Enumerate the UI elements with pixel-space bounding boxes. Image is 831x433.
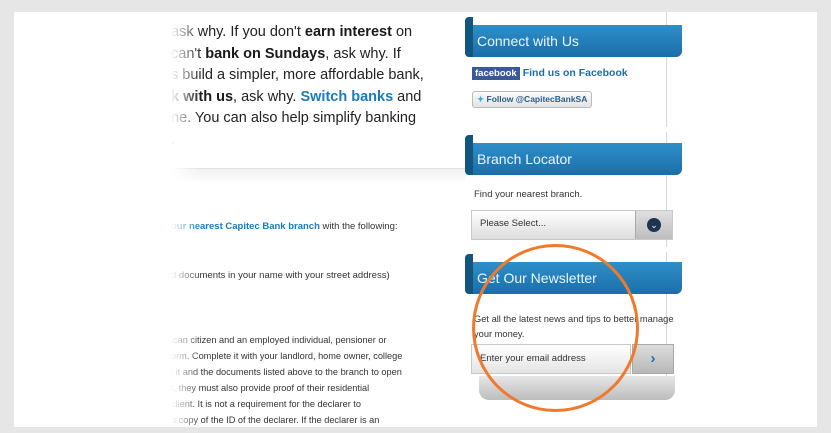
text-segment: a copy of the ID of the declarer. If the…: [171, 415, 380, 425]
text-segment: . Complete it with your landlord, home o…: [186, 351, 403, 361]
text-segment: bank on Sundays: [205, 45, 326, 62]
newsletter-description: Get all the latest news and tips to bett…: [474, 314, 674, 339]
branch-prompt: Find your nearest branch.: [474, 189, 583, 200]
chevron-right-icon: ›: [650, 350, 656, 367]
text-segment: earn interest: [304, 24, 392, 40]
documents-line: d documents in your name with your stree…: [171, 270, 390, 281]
text-segment: s build a simpler, more affordable bank,: [171, 67, 424, 83]
text-segment: ne. You can also help simplify banking: [171, 110, 417, 126]
twitter-bird-icon: ✦: [477, 94, 485, 104]
facebook-link[interactable]: Find us on Facebook: [523, 67, 628, 79]
newsletter-submit-button[interactable]: ›: [632, 344, 674, 374]
text-line: ask why. If you don't earn interest on: [171, 22, 466, 44]
text-line: ican citizen and an employed individual,…: [171, 332, 466, 348]
text-segment: , ask why. If: [325, 45, 401, 62]
text-segment: and: [393, 88, 422, 105]
sidebar: Connect with Us facebook Find us on Faceb…: [465, 12, 682, 427]
section-divider: [171, 168, 466, 183]
branch-instruction: our nearest Capitec Bank branch with the…: [171, 221, 398, 232]
branch-select-value: Please Select...: [480, 218, 547, 229]
text-segment: j it and the documents listed above to t…: [171, 367, 402, 377]
text-line: orm. Complete it with your landlord, hom…: [171, 348, 466, 364]
left-fade: [171, 12, 201, 427]
sidebar-footer: [479, 376, 675, 400]
text-line: can't bank on Sundays, ask why. If: [171, 44, 466, 66]
email-input[interactable]: Enter your email address: [471, 344, 631, 374]
text-line: s build a simpler, more affordable bank,: [171, 65, 466, 87]
text-line: ne. You can also help simplify banking: [171, 108, 466, 130]
text-line: a copy of the ID of the declarer. If the…: [171, 412, 466, 427]
article-column: ask why. If you don't earn interest onca…: [171, 12, 466, 427]
text-segment: , ask why.: [233, 88, 301, 105]
text-line: client. It is not a requirement for the …: [171, 396, 466, 412]
page-frame: ask why. If you don't earn interest onca…: [14, 12, 817, 427]
branch-instruction-suffix: with the following:: [319, 221, 398, 232]
requirements-paragraph: ican citizen and an employed individual,…: [171, 332, 466, 427]
text-segment: ican citizen and an employed individual,…: [171, 335, 387, 345]
inline-link[interactable]: Switch banks: [300, 89, 393, 105]
branch-locator-header: Branch Locator: [465, 135, 682, 175]
twitter-follow-label: Follow @CapitecBankSA: [486, 94, 588, 104]
chevron-down-icon: ⌄: [647, 218, 661, 232]
facebook-logo[interactable]: facebook: [472, 67, 520, 80]
intro-paragraph: ask why. If you don't earn interest onca…: [171, 22, 466, 151]
twitter-follow-button[interactable]: ✦ Follow @CapitecBankSA: [472, 91, 593, 108]
text-line: .: [171, 130, 466, 152]
text-line: k with us, ask why. Switch banks and: [171, 87, 466, 109]
newsletter-header: Get Our Newsletter: [465, 254, 682, 294]
select-dropdown-button[interactable]: ⌄: [635, 211, 672, 239]
text-segment: on: [391, 24, 413, 40]
text-line: t, they must also provide proof of their…: [171, 380, 466, 396]
facebook-row: facebook Find us on Facebook: [472, 67, 628, 80]
text-line: j it and the documents listed above to t…: [171, 364, 466, 380]
connect-header: Connect with Us: [465, 17, 682, 57]
branch-select[interactable]: Please Select... ⌄: [471, 210, 673, 240]
